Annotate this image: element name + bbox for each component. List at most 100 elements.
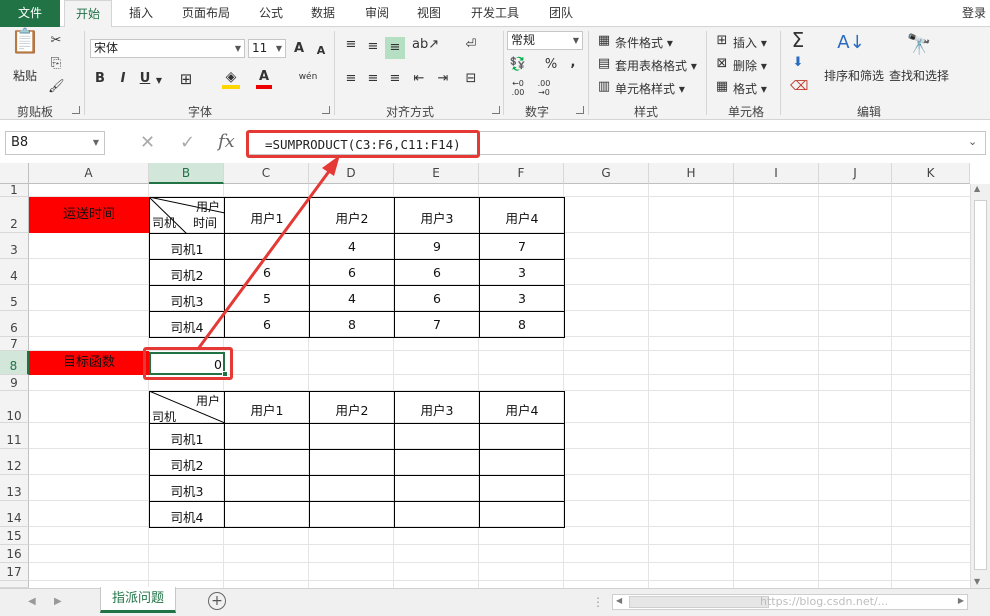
table1-driver[interactable]: 司机4 [150,317,224,336]
column-header-i[interactable]: I [734,163,819,184]
insert-cells-icon[interactable]: ⊞ [714,33,730,49]
column-header-a[interactable]: A [29,163,149,184]
select-all-corner[interactable] [0,163,29,184]
row-header-2[interactable]: 2 [0,197,29,233]
bold-button[interactable]: B [93,71,107,87]
borders-icon[interactable]: ⊞ [178,71,194,87]
cell-a8-label[interactable]: 目标函数 [29,351,149,375]
table1-value[interactable]: 6 [395,265,479,280]
enter-icon[interactable]: ✓ [180,131,198,155]
table1-value[interactable]: 9 [395,239,479,254]
clear-icon[interactable]: ⌫ [790,79,808,95]
column-header-g[interactable]: G [564,163,649,184]
row-header-7[interactable]: 7 [0,337,29,351]
italic-button[interactable]: I [116,71,130,87]
scroll-thumb[interactable] [974,200,987,570]
clipboard-launcher-icon[interactable] [72,106,80,114]
format-painter-icon[interactable]: 🖌 [48,79,65,95]
scroll-left-icon[interactable]: ◀ [616,596,622,605]
tab-home[interactable]: 开始 [64,0,112,28]
more-options-icon[interactable]: ⋮ [592,595,604,609]
table1-value[interactable]: 6 [395,291,479,306]
tab-page-layout[interactable]: 页面布局 [172,0,240,27]
add-sheet-button[interactable]: + [208,592,226,610]
table1-driver[interactable]: 司机2 [150,265,224,284]
fill-color-icon[interactable]: ◈ [222,69,240,89]
conditional-format-icon[interactable]: ▦ [596,33,612,49]
column-header-d[interactable]: D [309,163,394,184]
percent-button[interactable]: % [544,57,558,73]
table1-value[interactable]: 8 [310,317,394,332]
expand-formula-icon[interactable]: ⌄ [968,135,977,148]
prev-sheet-icon[interactable]: ◀ [28,596,36,607]
table1-value[interactable]: 3 [480,265,564,280]
align-right-icon[interactable]: ≡ [386,71,404,87]
table2-header[interactable]: 用户1 [225,400,309,419]
column-header-b[interactable]: B [149,163,224,184]
autosum-icon[interactable]: Σ [788,29,808,51]
table2-driver[interactable]: 司机4 [150,507,224,526]
insert-cells-button[interactable]: 插入 ▾ [733,34,767,51]
table1-driver[interactable]: 司机3 [150,291,224,310]
table2-driver[interactable]: 司机1 [150,429,224,448]
tab-file[interactable]: 文件 [0,0,60,27]
table1-header[interactable]: 用户4 [480,208,564,227]
paste-icon[interactable]: 📋 [10,29,40,63]
conditional-format-button[interactable]: 条件格式 ▾ [615,34,673,51]
chevron-down-icon[interactable]: ▼ [155,73,163,89]
table-format-icon[interactable]: ▤ [596,56,612,72]
scroll-up-icon[interactable]: ▲ [974,184,980,193]
font-name-select[interactable]: 宋体 ▼ [90,39,245,58]
format-cells-icon[interactable]: ▦ [714,79,730,95]
table1-value[interactable]: 6 [310,265,394,280]
column-header-f[interactable]: F [479,163,564,184]
table1-value[interactable]: 3 [480,291,564,306]
delete-cells-icon[interactable]: ⊠ [714,56,730,72]
column-header-j[interactable]: J [819,163,892,184]
table1-value[interactable]: 5 [225,291,309,306]
increase-decimal-icon[interactable]: ←0.00 [508,79,528,97]
column-header-c[interactable]: C [224,163,309,184]
table2-header[interactable]: 用户2 [310,400,394,419]
insert-function-button[interactable]: fx [218,129,240,155]
row-header-18[interactable] [0,581,29,588]
row-header-4[interactable]: 4 [0,259,29,285]
shrink-font-icon[interactable]: A [314,43,328,59]
table1-value[interactable]: 4 [310,291,394,306]
cell-styles-button[interactable]: 单元格样式 ▾ [615,80,685,97]
font-size-select[interactable]: 11 ▼ [248,39,286,58]
tab-review[interactable]: 审阅 [354,0,400,27]
number-launcher-icon[interactable] [576,106,584,114]
table1-driver[interactable]: 司机1 [150,239,224,258]
font-launcher-icon[interactable] [322,106,330,114]
phonetic-icon[interactable]: wén [298,69,318,85]
currency-icon[interactable]: 💱 [508,57,528,73]
delete-cells-button[interactable]: 删除 ▾ [733,57,767,74]
increase-indent-icon[interactable]: ⇥ [434,71,452,87]
align-center-icon[interactable]: ≡ [364,71,382,87]
tab-data[interactable]: 数据 [300,0,346,27]
table1-value[interactable]: 7 [480,239,564,254]
cut-icon[interactable]: ✂ [48,33,64,49]
align-bottom-icon[interactable]: ≡ [385,37,405,59]
grow-font-icon[interactable]: A [292,41,306,57]
hscroll-thumb[interactable] [629,596,769,608]
table-format-button[interactable]: 套用表格格式 ▾ [615,57,697,74]
row-header-3[interactable]: 3 [0,233,29,259]
number-format-select[interactable]: 常规 ▼ [507,31,583,50]
tab-developer[interactable]: 开发工具 [462,0,528,27]
table2-driver[interactable]: 司机2 [150,455,224,474]
merge-center-icon[interactable]: ⊟ [462,71,480,87]
alignment-launcher-icon[interactable] [492,106,500,114]
login-link[interactable]: 登录 [958,0,990,27]
row-header-13[interactable]: 13 [0,475,29,501]
next-sheet-icon[interactable]: ▶ [54,596,62,607]
table2-driver[interactable]: 司机3 [150,481,224,500]
row-header-1[interactable]: 1 [0,184,29,197]
decrease-decimal-icon[interactable]: .00 →0 [534,79,554,97]
row-header-11[interactable]: 11 [0,423,29,449]
vertical-scrollbar[interactable]: ▲ ▼ [970,184,990,588]
fill-icon[interactable]: ⬇ [790,55,806,71]
table1-header[interactable]: 用户2 [310,208,394,227]
decrease-indent-icon[interactable]: ⇤ [410,71,428,87]
